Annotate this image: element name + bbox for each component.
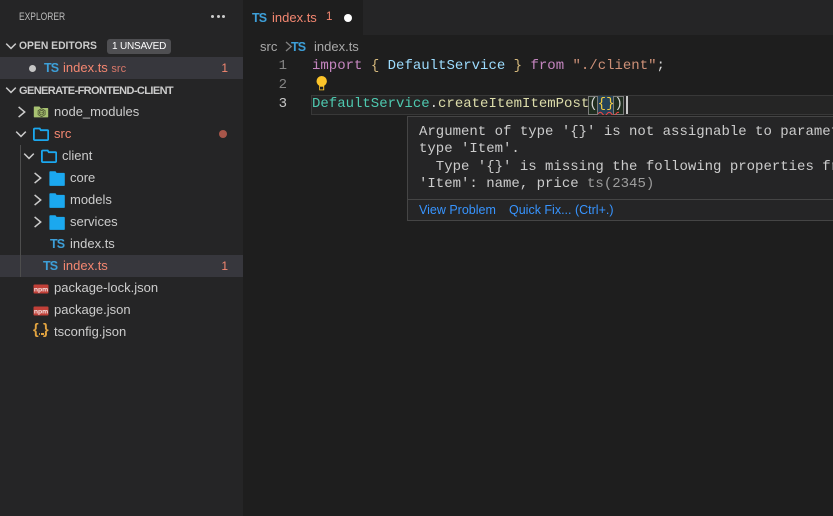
svg-text:npm: npm [34,286,48,293]
svg-text:npm: npm [34,308,48,315]
